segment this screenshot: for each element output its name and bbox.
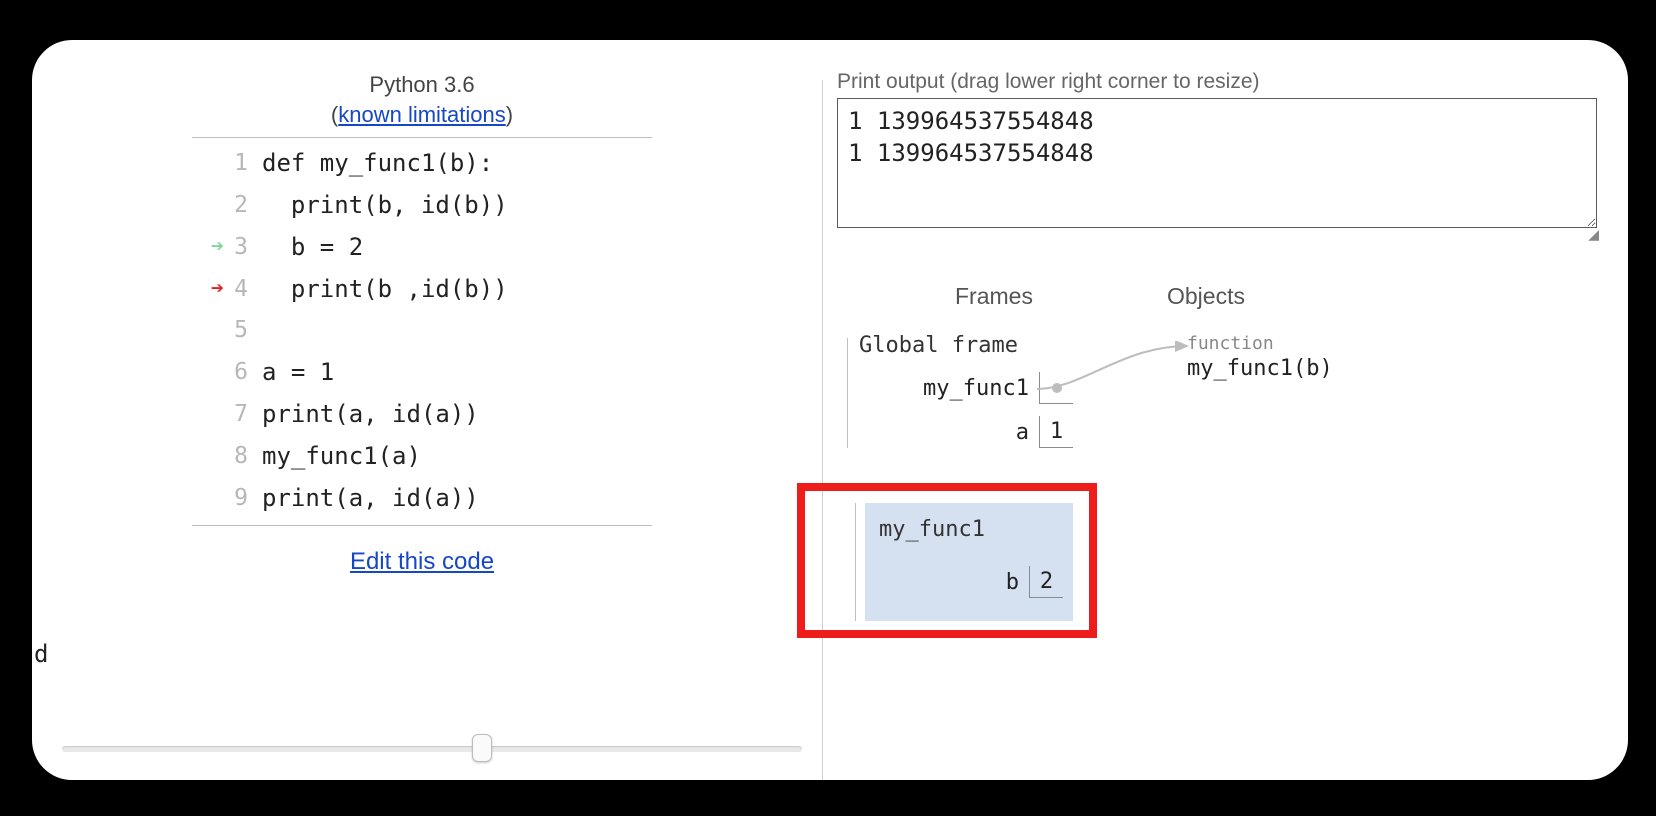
code-text: print(a, id(a)) xyxy=(262,477,652,519)
code-column: Python 3.6 (known limitations) 1 def my_… xyxy=(72,70,772,576)
line-number: 4 xyxy=(226,269,262,309)
objects-heading: Objects xyxy=(1167,283,1245,310)
code-text: print(b, id(b)) xyxy=(262,184,652,226)
variable-row: b 2 xyxy=(879,566,1063,598)
current-line-arrow-icon: ➔ xyxy=(192,270,226,309)
code-text: b = 2 xyxy=(262,226,652,268)
frames-heading: Frames xyxy=(955,283,1033,310)
resize-grip-icon[interactable]: ◢ xyxy=(837,226,1597,243)
code-line: 6 a = 1 xyxy=(192,351,652,393)
global-frame-title: Global frame xyxy=(859,333,1073,358)
variable-row: a 1 xyxy=(859,416,1073,448)
variable-row: my_func1 xyxy=(859,372,1073,404)
app-stage: Python 3.6 (known limitations) 1 def my_… xyxy=(32,40,1628,780)
visualization-column: Print output (drag lower right corner to… xyxy=(837,70,1608,703)
line-number: 7 xyxy=(226,394,262,434)
line-number: 6 xyxy=(226,352,262,392)
variable-name: my_func1 xyxy=(923,376,1029,401)
print-output-label: Print output (drag lower right corner to… xyxy=(837,70,1608,94)
object-type-label: function xyxy=(1187,333,1333,354)
code-line: 8 my_func1(a) xyxy=(192,435,652,477)
frames-objects-panel: Frames Objects Global frame my_func1 a 1 xyxy=(837,283,1597,703)
code-line: 5 xyxy=(192,310,652,350)
local-frame: my_func1 b 2 xyxy=(865,503,1073,621)
variable-box: 2 xyxy=(1029,566,1063,598)
language-header: Python 3.6 (known limitations) xyxy=(72,70,772,137)
code-text: a = 1 xyxy=(262,351,652,393)
frame-border xyxy=(847,338,848,448)
edit-code-link[interactable]: Edit this code xyxy=(350,548,494,575)
variable-box xyxy=(1039,372,1073,404)
line-number: 8 xyxy=(226,436,262,476)
code-text: print(a, id(a)) xyxy=(262,393,652,435)
variable-name: b xyxy=(1006,570,1019,595)
code-line: ➔ 3 b = 2 xyxy=(192,226,652,268)
highlight-box: my_func1 b 2 xyxy=(797,483,1097,638)
language-name: Python 3.6 xyxy=(369,72,474,97)
column-divider xyxy=(822,80,823,780)
variable-box: 1 xyxy=(1039,416,1073,448)
code-text: my_func1(a) xyxy=(262,435,652,477)
code-line: 1 def my_func1(b): xyxy=(192,142,652,184)
known-limitations-link[interactable]: known limitations xyxy=(338,102,506,127)
slider-thumb[interactable] xyxy=(472,734,492,762)
slider-track xyxy=(62,746,802,752)
local-frame-title: my_func1 xyxy=(879,517,1063,542)
code-line: 7 print(a, id(a)) xyxy=(192,393,652,435)
step-slider[interactable] xyxy=(62,738,802,758)
line-number: 2 xyxy=(226,185,262,225)
code-line: 9 print(a, id(a)) xyxy=(192,477,652,519)
variable-name: a xyxy=(1016,420,1029,445)
code-listing: 1 def my_func1(b): 2 print(b, id(b)) ➔ 3… xyxy=(192,142,652,518)
code-text: print(b ,id(b)) xyxy=(262,268,652,310)
object-panel: function my_func1(b) xyxy=(1187,333,1333,381)
prev-line-arrow-icon: ➔ xyxy=(192,228,226,267)
line-number: 9 xyxy=(226,478,262,518)
object-signature: my_func1(b) xyxy=(1187,356,1333,381)
line-number: 5 xyxy=(226,310,262,350)
code-line: 2 print(b, id(b)) xyxy=(192,184,652,226)
line-number: 1 xyxy=(226,143,262,183)
divider xyxy=(192,137,652,138)
cropped-text: d xyxy=(34,640,48,668)
frame-border xyxy=(855,503,856,621)
divider xyxy=(192,525,652,526)
pointer-dot-icon xyxy=(1052,383,1062,393)
print-output-box[interactable]: 1 139964537554848 1 139964537554848 xyxy=(837,98,1597,228)
line-number: 3 xyxy=(226,227,262,267)
global-frame: Global frame my_func1 a 1 xyxy=(859,333,1079,460)
code-text: def my_func1(b): xyxy=(262,142,652,184)
code-line: ➔ 4 print(b ,id(b)) xyxy=(192,268,652,310)
